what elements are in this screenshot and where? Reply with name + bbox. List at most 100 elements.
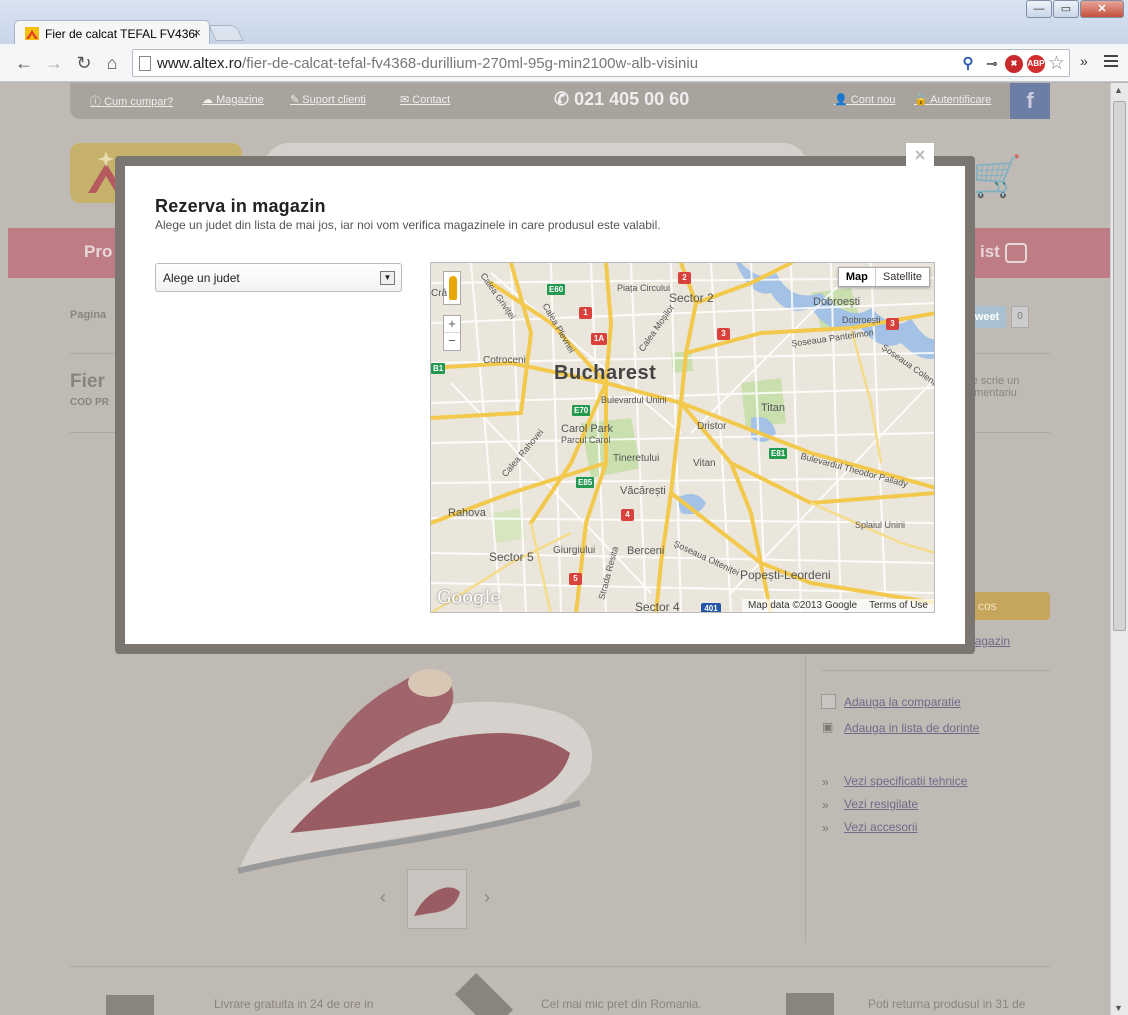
map-label: Văcărești (620, 485, 666, 497)
prev-image-icon[interactable]: ‹ (380, 887, 386, 908)
map-label: Rahova (448, 507, 486, 519)
tab-close-icon[interactable]: × (193, 25, 201, 40)
compare-link[interactable]: Adauga la comparatie (844, 695, 961, 709)
reload-icon[interactable]: ↻ (72, 51, 96, 75)
map-label: Sector 2 (669, 291, 714, 305)
road-shield: 4 (621, 509, 634, 521)
map-label: Berceni (627, 545, 665, 557)
url-text: www.altex.ro/fier-de-calcat-tefal-fv4368… (157, 55, 699, 72)
browser-titlebar: Fier de calcat TEFAL FV4368 × — ▭ ✕ (0, 0, 1128, 46)
home-icon[interactable]: ⌂ (100, 51, 124, 75)
map-label: Giurgiului (553, 545, 596, 556)
zoom-control[interactable]: + − (443, 315, 461, 351)
map-street-label: Parcul Carol (561, 435, 611, 445)
maximize-button[interactable]: ▭ (1053, 0, 1079, 18)
address-bar[interactable]: www.altex.ro/fier-de-calcat-tefal-fv4368… (132, 49, 1070, 77)
how-to-buy-link[interactable]: ⓘ Cum cumpar? (90, 93, 173, 109)
page-scrollbar[interactable]: ▲ ▼ (1110, 83, 1128, 1015)
stores-link[interactable]: ☁ Magazine (202, 93, 264, 106)
window-close-button[interactable]: ✕ (1080, 0, 1124, 18)
terms-of-use-link[interactable]: Terms of Use (869, 600, 928, 611)
chevron-down-icon[interactable]: ▼ (380, 271, 395, 285)
review-prompt[interactable]: re scrie un omentariu (968, 375, 1038, 399)
modal-close-icon[interactable]: × (906, 143, 934, 167)
bookmark-star-icon[interactable]: ☆ (1048, 52, 1065, 75)
euro-route-shield: E60 (547, 284, 566, 295)
extension-stop-icon[interactable]: ✖ (1005, 55, 1023, 73)
pin-icon[interactable]: ⊸ (983, 55, 1001, 73)
breadcrumb[interactable]: Pagina (70, 309, 106, 321)
minimize-button[interactable]: — (1026, 0, 1052, 18)
google-logo[interactable]: Google (437, 587, 501, 608)
zoom-out-icon[interactable]: − (444, 333, 460, 350)
euro-route-shield: B1 (431, 363, 446, 374)
divider (805, 643, 806, 943)
map-label: Dristor (697, 421, 727, 432)
next-image-icon[interactable]: › (484, 887, 490, 908)
compare-checkbox[interactable] (821, 694, 836, 709)
wishlist-link[interactable]: Adauga in lista de dorinte (844, 721, 979, 735)
map-street-label: Bulevardul Unirii (601, 395, 667, 405)
accessories-link[interactable]: Vezi accesorii (844, 820, 917, 834)
gift-icon (1004, 242, 1027, 263)
search-icon[interactable]: ⚲ (959, 55, 977, 73)
page-icon (139, 56, 151, 71)
map-label: Tineretului (613, 453, 660, 464)
map-street-label: Dobroești (842, 315, 881, 325)
tweet-count: 0 (1011, 306, 1029, 328)
browser-tab[interactable]: Fier de calcat TEFAL FV4368 × (14, 20, 210, 46)
browser-menu-icon[interactable] (1104, 55, 1118, 67)
nav-wishlist[interactable]: ist (980, 242, 1027, 263)
extensions-overflow-icon[interactable]: » (1080, 53, 1088, 69)
map-label: Titan (761, 402, 786, 414)
scrollbar-thumb[interactable] (1113, 101, 1126, 631)
county-select-value: Alege un judet (163, 271, 240, 285)
county-select[interactable]: Alege un judet ▼ (155, 263, 402, 292)
tab-title: Fier de calcat TEFAL FV4368 (45, 27, 197, 41)
new-tab-button[interactable] (208, 25, 244, 41)
add-to-cart-button[interactable]: cos (966, 592, 1050, 620)
refurbished-link[interactable]: Vezi resigilate (844, 797, 918, 811)
euro-route-shield: E81 (769, 448, 788, 459)
map-label: Popești-Leordeni (740, 568, 831, 582)
specs-link[interactable]: Vezi specificatii tehnice (844, 774, 967, 788)
forward-icon[interactable]: → (42, 51, 66, 75)
footer-price-text: Cel mai mic pret din Romania. (541, 997, 702, 1011)
login-link[interactable]: 🔒 Autentificare (914, 93, 991, 106)
store-map[interactable]: + − Map Satellite Bucharest Sector 2 Dob… (430, 262, 935, 613)
footer-return-text: Poti returna produsul in 31 de (868, 997, 1026, 1011)
contact-link[interactable]: ✉ Contact (400, 93, 450, 106)
map-city-label: Bucharest (554, 362, 657, 384)
site-topbar: ⓘ Cum cumpar? ☁ Magazine ✎ Suport client… (70, 83, 1050, 119)
double-chevron-icon: » (822, 798, 829, 812)
product-title: Fier (70, 371, 105, 392)
browser-toolbar: ← → ↻ ⌂ www.altex.ro/fier-de-calcat-tefa… (0, 44, 1128, 82)
map-type-control[interactable]: Map Satellite (837, 267, 930, 287)
product-image-iron[interactable] (230, 643, 610, 893)
map-type-map-button[interactable]: Map (839, 268, 876, 286)
adblock-icon[interactable]: ABP (1027, 55, 1045, 73)
nav-products[interactable]: Pro (84, 242, 112, 262)
divider (70, 966, 1050, 967)
road-shield: 3 (717, 328, 730, 340)
new-account-link[interactable]: 👤 Cont nou (834, 93, 895, 106)
facebook-icon[interactable]: f (1010, 83, 1050, 119)
scroll-up-icon[interactable]: ▲ (1114, 85, 1123, 95)
map-street-label: Splaiul Unirii (855, 520, 906, 530)
cart-icon[interactable]: 🛒 (972, 153, 1022, 200)
divider (822, 670, 1050, 671)
support-link[interactable]: ✎ Suport clienti (290, 93, 366, 106)
zoom-in-icon[interactable]: + (444, 316, 460, 333)
road-shield: 3 (886, 318, 899, 330)
back-icon[interactable]: ← (12, 51, 36, 75)
scroll-down-icon[interactable]: ▼ (1114, 1003, 1123, 1013)
road-shield: 401 (701, 603, 721, 612)
altex-favicon-icon (25, 27, 39, 40)
product-thumbnail[interactable] (407, 869, 467, 929)
map-attribution: Map data ©2013 Google Terms of Use (741, 599, 934, 612)
modal-title: Rezerva in magazin (155, 196, 326, 216)
map-street-label: Piața Circului (617, 283, 671, 293)
return-31-icon (786, 993, 834, 1015)
map-label: Sector 5 (489, 550, 534, 564)
map-type-satellite-button[interactable]: Satellite (876, 268, 929, 286)
